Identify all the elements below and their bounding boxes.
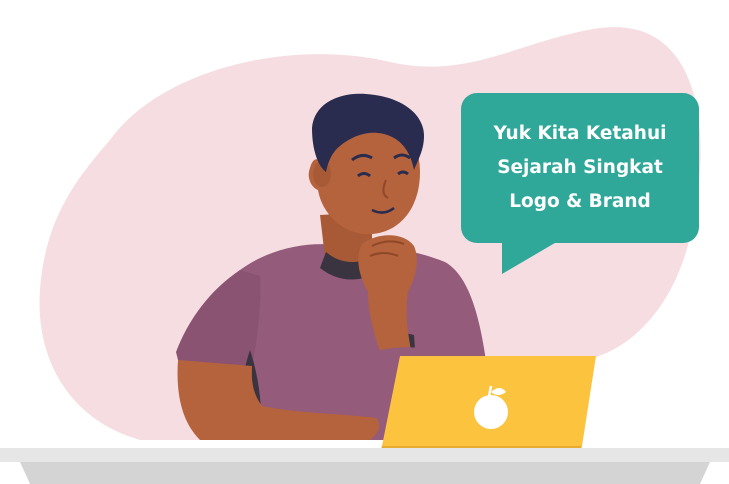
speech-bubble-line-1: Yuk Kita Ketahui xyxy=(493,123,667,144)
speech-bubble-line-3: Logo & Brand xyxy=(509,191,651,212)
desk-top xyxy=(0,448,729,462)
speech-bubble-tail xyxy=(502,240,560,274)
illustration-scene: Yuk Kita Ketahui Sejarah Singkat Logo & … xyxy=(0,0,729,484)
speech-bubble: Yuk Kita Ketahui Sejarah Singkat Logo & … xyxy=(461,93,699,243)
desk-front xyxy=(20,462,710,484)
speech-bubble-line-2: Sejarah Singkat xyxy=(497,157,663,178)
